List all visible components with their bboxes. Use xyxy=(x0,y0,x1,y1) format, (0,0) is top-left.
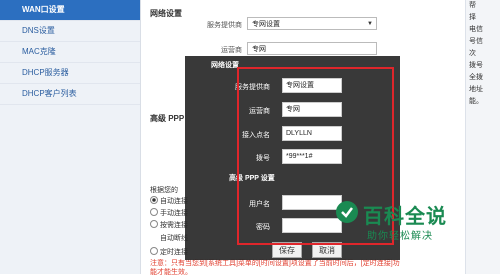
radio-on-demand[interactable]: 按需连接 xyxy=(150,220,188,230)
sidebar-item-mac-clone[interactable]: MAC克隆 xyxy=(0,42,140,63)
network-section-title: 网络设置 xyxy=(150,9,182,18)
radio-dot xyxy=(150,220,158,228)
help-line: 择 xyxy=(469,14,476,21)
auto-disconnect-label: 自动断线 xyxy=(160,235,188,242)
provider-label: 服务提供商 xyxy=(207,22,242,29)
radio-dot xyxy=(150,208,158,216)
advanced-ppp-title: 高级 PPP xyxy=(150,114,185,123)
operator-field[interactable]: 专网 xyxy=(247,42,377,55)
help-line: 全拨 xyxy=(469,74,483,81)
help-line: 号信 xyxy=(469,38,483,45)
sidebar: WAN口设置 DNS设置 MAC克隆 DHCP服务器 DHCP客户列表 xyxy=(0,0,141,274)
radio-label: 自动连接 xyxy=(160,198,188,205)
sidebar-item-dns[interactable]: DNS设置 xyxy=(0,21,140,42)
brand-logo-icon xyxy=(336,201,358,223)
help-line: 拨号 xyxy=(469,62,483,69)
help-line: 帮 xyxy=(469,2,476,9)
provider-select-value: 专网设置 xyxy=(252,21,280,28)
radio-dot xyxy=(150,247,158,255)
radio-label: 按需连接 xyxy=(160,222,188,229)
chevron-down-icon: ▼ xyxy=(367,21,373,27)
note-text-2: 能才能生效。 xyxy=(150,269,192,276)
dialog-title: 网络设置 xyxy=(211,62,239,69)
help-line: 地址 xyxy=(469,86,483,93)
radio-label: 定时连接 xyxy=(160,249,188,256)
sidebar-item-dhcp-clients[interactable]: DHCP客户列表 xyxy=(0,84,140,105)
radio-timed-connect[interactable]: 定时连接 xyxy=(150,247,188,257)
watermark-subtitle: 助你轻松解决 xyxy=(367,231,433,242)
help-line: 能。 xyxy=(469,98,483,105)
watermark-title: 百科全说 xyxy=(363,206,447,228)
help-line: 电信 xyxy=(469,26,483,33)
radio-manual-connect[interactable]: 手动连接 xyxy=(150,208,188,218)
operator-label: 运营商 xyxy=(221,47,242,54)
radio-dot xyxy=(150,196,158,204)
provider-select[interactable]: 专网设置 ▼ xyxy=(247,17,377,30)
radio-auto-connect[interactable]: 自动连接 xyxy=(150,196,188,206)
sidebar-item-wan[interactable]: WAN口设置 xyxy=(0,0,140,21)
radio-label: 手动连接 xyxy=(160,210,188,217)
help-panel: 帮 择 电信 号信 次 拨号 全拨 地址 能。 xyxy=(465,0,500,274)
watermark: 百科全说 助你轻松解决 xyxy=(335,200,465,250)
connect-mode-intro: 根据您的 xyxy=(150,187,178,194)
sidebar-item-dhcp-server[interactable]: DHCP服务器 xyxy=(0,63,140,84)
help-line: 次 xyxy=(469,50,476,57)
